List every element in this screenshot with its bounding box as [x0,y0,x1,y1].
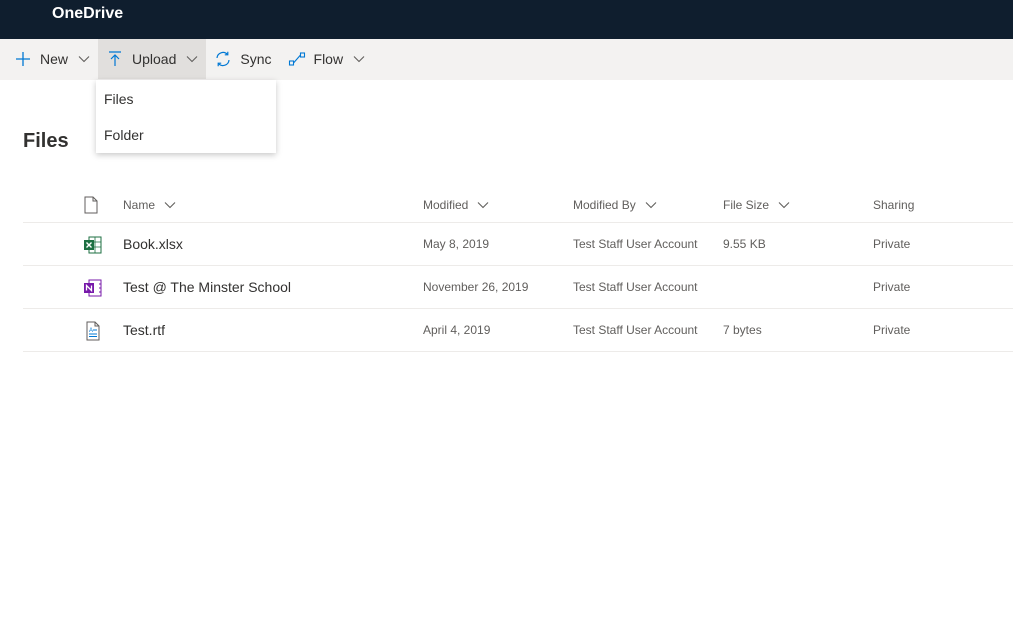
table-row[interactable]: A Test.rtf April 4, 2019 Test Staff User… [23,309,1013,352]
flow-button[interactable]: Flow [280,39,374,79]
new-button[interactable]: New [6,39,98,79]
rtf-file-icon: A [83,321,103,341]
upload-folder-menu-item[interactable]: Folder [96,118,276,154]
flow-icon [288,50,306,68]
sharing-status[interactable]: Private [873,323,910,337]
upload-icon [106,50,124,68]
chevron-down-icon [353,53,365,65]
modified-date: November 26, 2019 [423,280,529,294]
upload-files-menu-item[interactable]: Files [96,82,276,118]
upload-menu: Files Folder [96,80,276,153]
table-header: Name Modified Modified By File Size Shar… [23,185,1013,223]
modified-date: April 4, 2019 [423,323,491,337]
top-bar: OneDrive [0,0,1013,39]
new-button-label: New [40,51,69,67]
plus-icon [14,50,32,68]
column-header-label: Modified By [573,198,636,212]
table-row[interactable]: Book.xlsx May 8, 2019 Test Staff User Ac… [23,223,1013,266]
column-header-label: File Size [723,198,770,212]
sharing-status[interactable]: Private [873,280,910,294]
document-icon[interactable] [83,196,99,214]
page-title: Files [23,130,69,152]
column-header-file-size[interactable]: File Size [723,198,790,212]
file-size: 7 bytes [723,323,762,337]
command-bar: New Upload Sync Flow [0,39,1013,80]
flow-button-label: Flow [313,51,344,67]
column-header-modified-by[interactable]: Modified By [573,198,657,212]
column-header-sharing[interactable]: Sharing [873,198,914,212]
app-title[interactable]: OneDrive [52,5,123,23]
column-header-name[interactable]: Name [123,198,176,212]
sync-icon [214,50,232,68]
sharing-status[interactable]: Private [873,237,910,251]
upload-button-label: Upload [132,51,177,67]
column-header-label: Sharing [873,198,915,212]
column-header-modified[interactable]: Modified [423,198,489,212]
chevron-down-icon [778,199,790,211]
file-list: Name Modified Modified By File Size Shar… [23,185,1013,352]
modified-by: Test Staff User Account [573,237,698,251]
svg-text:A: A [89,328,93,334]
sync-button[interactable]: Sync [206,39,279,79]
chevron-down-icon [164,199,176,211]
modified-by: Test Staff User Account [573,280,698,294]
file-name[interactable]: Book.xlsx [123,236,183,252]
column-header-label: Name [123,198,156,212]
file-size: 9.55 KB [723,237,766,251]
modified-date: May 8, 2019 [423,237,490,251]
chevron-down-icon [186,53,198,65]
chevron-down-icon [78,53,90,65]
upload-button[interactable]: Upload [98,39,207,79]
onenote-file-icon [83,278,103,298]
modified-by: Test Staff User Account [573,323,698,337]
chevron-down-icon [477,199,489,211]
file-name[interactable]: Test @ The Minster School [123,279,291,295]
chevron-down-icon [645,199,657,211]
file-name[interactable]: Test.rtf [123,322,165,338]
sync-button-label: Sync [240,51,272,67]
column-header-label: Modified [423,198,469,212]
table-row[interactable]: Test @ The Minster School November 26, 2… [23,266,1013,309]
excel-file-icon [83,235,103,255]
